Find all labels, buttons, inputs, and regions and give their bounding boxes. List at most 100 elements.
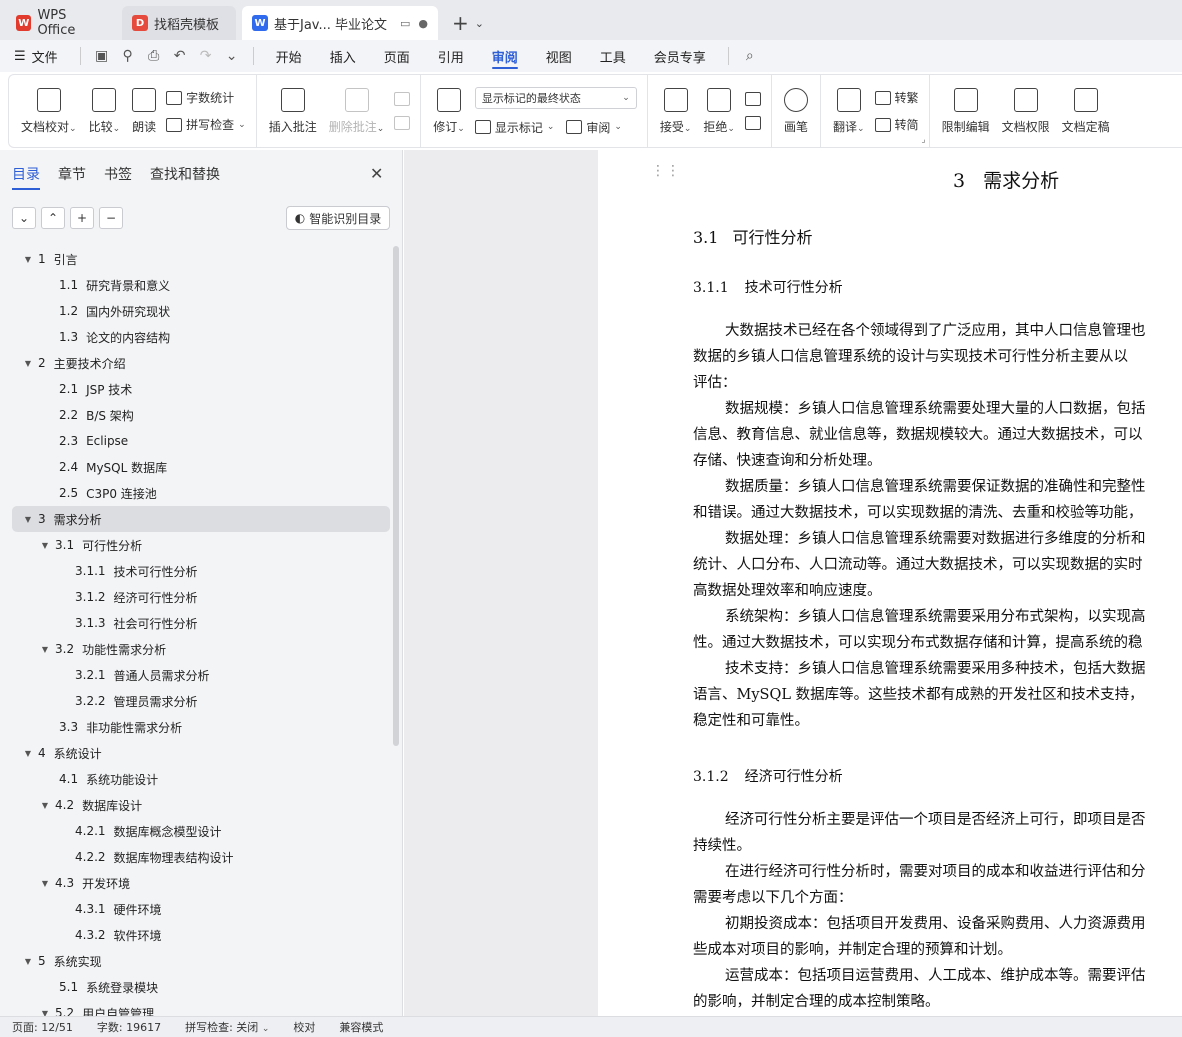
redo-icon[interactable]: ↷: [193, 40, 219, 72]
toc-item[interactable]: 2.2 B/S 架构: [12, 402, 390, 428]
toc-item[interactable]: 2.5 C3P0 连接池: [12, 480, 390, 506]
toc-item[interactable]: 2.1 JSP 技术: [12, 376, 390, 402]
next-change-button[interactable]: [744, 116, 761, 130]
group-launcher-icon[interactable]: ⌟: [921, 135, 925, 145]
toc-item[interactable]: ▼ 2 主要技术介绍: [12, 350, 390, 376]
menu-review[interactable]: 审阅: [478, 40, 532, 72]
unsaved-dot-icon[interactable]: ●: [418, 17, 428, 30]
section-heading[interactable]: 3.1 可行性分析: [693, 224, 812, 248]
tab-find-replace[interactable]: 查找和替换: [150, 164, 220, 188]
to-traditional-button[interactable]: 转繁: [874, 89, 919, 106]
subsection-heading-technical[interactable]: 3.1.1 技术可行性分析: [693, 277, 843, 297]
toc-item[interactable]: ▼ 4.2 数据库设计: [12, 792, 390, 818]
toc-item[interactable]: 2.3 Eclipse: [12, 428, 390, 454]
document-page[interactable]: ⋮⋮ 3 需求分析 3.1 可行性分析 3.1.1 技术可行性分析 大数据技术已经在各…: [599, 150, 1182, 1016]
doc-finalize-button[interactable]: 文档定稿: [1056, 75, 1116, 147]
add-heading-button[interactable]: +: [70, 207, 94, 229]
doc-check-button[interactable]: 文档校对⌄: [15, 75, 83, 147]
toc-item[interactable]: 4.3.2 软件环境: [12, 922, 390, 948]
toc-item[interactable]: 3.3 非功能性需求分析: [12, 714, 390, 740]
toc-item[interactable]: 3.2.2 管理员需求分析: [12, 688, 390, 714]
economic-feasibility-body[interactable]: 经济可行性分析主要是评估一个项目是否经济上可行，即项目是否 持续性。 在进行经济可行…: [693, 807, 1182, 1015]
tab-bookmarks[interactable]: 书签: [104, 164, 132, 188]
expand-toggle-icon[interactable]: ▼: [22, 749, 34, 758]
translate-button[interactable]: 翻译⌄: [827, 75, 871, 147]
scrollbar-thumb[interactable]: [393, 246, 399, 746]
toc-item[interactable]: ▼ 3.2 功能性需求分析: [12, 636, 390, 662]
tab-document[interactable]: W 基于Jav... 毕业论文 ▭ ●: [242, 6, 438, 40]
expand-toggle-icon[interactable]: ▼: [22, 359, 34, 368]
proof-button[interactable]: 校对: [281, 1019, 327, 1035]
menu-view[interactable]: 视图: [532, 40, 586, 72]
technical-feasibility-body[interactable]: 大数据技术已经在各个领域得到了广泛应用，其中人口信息管理也 数据的乡镇人口信息管理…: [693, 318, 1182, 734]
remove-heading-button[interactable]: −: [99, 207, 123, 229]
subsection-heading-economic[interactable]: 3.1.2 经济可行性分析: [693, 766, 843, 786]
chapter-heading[interactable]: 3 需求分析: [953, 166, 1059, 193]
accept-button[interactable]: 接受⌄: [654, 75, 698, 147]
menu-page[interactable]: 页面: [370, 40, 424, 72]
tab-toc[interactable]: 目录: [12, 164, 40, 190]
toc-item[interactable]: 4.3.1 硬件环境: [12, 896, 390, 922]
undo-icon[interactable]: ↶: [167, 40, 193, 72]
toc-item[interactable]: 1.2 国内外研究现状: [12, 298, 390, 324]
tab-docer-templates[interactable]: D 找稻壳模板: [122, 6, 236, 40]
toc-item[interactable]: 5.1 系统登录模块: [12, 974, 390, 1000]
toc-item[interactable]: 1.3 论文的内容结构: [12, 324, 390, 350]
drag-handle-icon[interactable]: ⋮⋮: [651, 164, 681, 178]
show-markup-button[interactable]: 显示标记 ⌄: [474, 119, 554, 136]
spell-check-status[interactable]: 拼写检查: 关闭 ⌄: [173, 1019, 281, 1035]
toc-item[interactable]: ▼ 3 需求分析: [12, 506, 390, 532]
toc-item[interactable]: 4.1 系统功能设计: [12, 766, 390, 792]
expand-toggle-icon[interactable]: ▼: [39, 645, 51, 654]
toc-item[interactable]: 3.1.1 技术可行性分析: [12, 558, 390, 584]
expand-toggle-icon[interactable]: ▼: [22, 515, 34, 524]
markup-state-select[interactable]: 显示标记的最终状态 ⌄: [474, 86, 637, 109]
expand-toggle-icon[interactable]: ▼: [22, 957, 34, 966]
print-preview-icon[interactable]: ⎙: [141, 40, 167, 72]
chevron-down-icon[interactable]: ⌄: [219, 40, 245, 72]
word-count-button[interactable]: 字数统计: [166, 89, 246, 106]
collapse-all-button[interactable]: ⌄: [12, 207, 36, 229]
menu-insert[interactable]: 插入: [316, 40, 370, 72]
expand-toggle-icon[interactable]: ▼: [39, 801, 51, 810]
pen-button[interactable]: 画笔: [778, 75, 814, 147]
close-icon[interactable]: ✕: [370, 164, 383, 183]
spell-check-button[interactable]: 拼写检查 ⌄: [166, 116, 246, 133]
expand-toggle-icon[interactable]: ▼: [39, 541, 51, 550]
toc-item[interactable]: 4.2.2 数据库物理表结构设计: [12, 844, 390, 870]
doc-permission-button[interactable]: 文档权限: [996, 75, 1056, 147]
toc-scrollbar[interactable]: [393, 246, 399, 1016]
revise-button[interactable]: 修订⌄: [427, 75, 471, 147]
tab-wps-office[interactable]: W WPS Office: [6, 6, 116, 40]
toc-item[interactable]: ▼ 3.1 可行性分析: [12, 532, 390, 558]
menu-member[interactable]: 会员专享: [640, 40, 720, 72]
word-count-indicator[interactable]: 字数: 19617: [85, 1019, 173, 1035]
page-indicator[interactable]: 页面: 12/51: [0, 1019, 85, 1035]
menu-references[interactable]: 引用: [424, 40, 478, 72]
reject-button[interactable]: 拒绝⌄: [697, 75, 741, 147]
next-comment-button[interactable]: [394, 116, 411, 130]
menu-home[interactable]: 开始: [262, 40, 316, 72]
tab-sections[interactable]: 章节: [58, 164, 86, 188]
compare-button[interactable]: 比较⌄: [83, 75, 127, 147]
toc-item[interactable]: 3.1.3 社会可行性分析: [12, 610, 390, 636]
insert-comment-button[interactable]: 插入批注: [263, 75, 323, 147]
expand-up-button[interactable]: ⌃: [41, 207, 65, 229]
previous-change-button[interactable]: [744, 92, 761, 106]
toc-item[interactable]: ▼ 1 引言: [12, 246, 390, 272]
restrict-edit-button[interactable]: 限制编辑: [936, 75, 996, 147]
toc-item[interactable]: 4.2.1 数据库概念模型设计: [12, 818, 390, 844]
toc-item[interactable]: 3.2.1 普通人员需求分析: [12, 662, 390, 688]
smart-toc-button[interactable]: ◐ 智能识别目录: [286, 206, 390, 230]
share-icon[interactable]: ⚲: [115, 40, 141, 72]
save-icon[interactable]: ▣: [89, 40, 115, 72]
search-icon[interactable]: ⌕: [737, 40, 763, 72]
previous-comment-button[interactable]: [394, 92, 411, 106]
menu-tools[interactable]: 工具: [586, 40, 640, 72]
toc-item[interactable]: ▼ 5 系统实现: [12, 948, 390, 974]
read-aloud-button[interactable]: 朗读: [126, 75, 162, 147]
toc-item[interactable]: ▼ 4.3 开发环境: [12, 870, 390, 896]
expand-toggle-icon[interactable]: ▼: [22, 255, 34, 264]
expand-toggle-icon[interactable]: ▼: [39, 879, 51, 888]
file-menu[interactable]: ☰ 文件: [0, 40, 72, 72]
